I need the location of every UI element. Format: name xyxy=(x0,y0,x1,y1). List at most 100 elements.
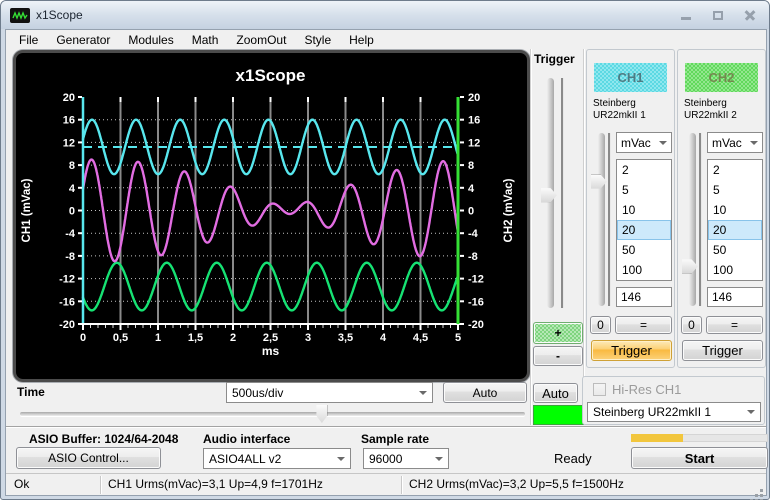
range-option-5[interactable]: 5 xyxy=(617,180,671,200)
ch1-trigger-button[interactable]: Trigger xyxy=(591,340,672,361)
y-tick-label: 8 xyxy=(468,160,474,172)
trigger-plus-button[interactable]: + xyxy=(533,322,583,344)
ch2-equals-button[interactable]: = xyxy=(706,316,763,334)
y-tick-label: 12 xyxy=(63,137,75,149)
x-tick-label: 4 xyxy=(380,332,387,344)
menu-zoomout[interactable]: ZoomOut xyxy=(227,31,295,49)
ch1-range-listbox[interactable]: 25102050100 xyxy=(616,159,672,281)
x-tick-label: 1,5 xyxy=(188,332,203,344)
range-option-2[interactable]: 2 xyxy=(617,160,671,180)
time-base-value: 500us/div xyxy=(232,386,283,400)
separator xyxy=(583,49,584,379)
progress-bar xyxy=(631,434,768,442)
time-label: Time xyxy=(17,385,45,399)
asio-buffer-label: ASIO Buffer: 1024/64-2048 xyxy=(29,432,178,446)
x-tick-label: 0,5 xyxy=(113,332,128,344)
y-tick-label: 16 xyxy=(468,115,480,127)
ch2-trigger-button[interactable]: Trigger xyxy=(682,340,763,361)
range-option-100[interactable]: 100 xyxy=(617,260,671,280)
x-axis-label: ms xyxy=(262,344,280,358)
chevron-down-icon xyxy=(337,457,345,461)
sample-rate-label: Sample rate xyxy=(361,432,429,446)
minimize-icon[interactable] xyxy=(675,8,697,23)
trigger-auto-button[interactable]: Auto xyxy=(533,383,578,403)
y-tick-label: 4 xyxy=(69,183,76,195)
chevron-down-icon xyxy=(419,391,427,395)
sample-rate-select[interactable]: 96000 xyxy=(363,448,449,469)
separator xyxy=(100,476,101,494)
time-slider-thumb[interactable] xyxy=(316,405,327,423)
range-option-10[interactable]: 10 xyxy=(708,200,762,220)
status-ok: Ok xyxy=(14,474,29,496)
trigger-slider-thumb[interactable] xyxy=(541,188,557,202)
trigger-minus-button[interactable]: - xyxy=(533,346,583,366)
y-tick-label: -4 xyxy=(468,228,479,240)
time-base-select[interactable]: 500us/div xyxy=(226,382,433,403)
x-tick-label: 5 xyxy=(455,332,461,344)
trigger-section-label: Trigger xyxy=(534,52,575,66)
ready-status: Ready xyxy=(554,451,592,466)
x-tick-label: 3,5 xyxy=(338,332,353,344)
menu-file[interactable]: File xyxy=(10,31,47,49)
menu-help[interactable]: Help xyxy=(340,31,383,49)
ch2-device-line1: Steinberg xyxy=(684,98,727,109)
trigger-device-select[interactable]: Steinberg UR22mkII 1 xyxy=(587,402,761,422)
y-tick-label: -12 xyxy=(59,274,75,286)
range-option-20[interactable]: 20 xyxy=(708,220,762,240)
ch2-level-slider-groove xyxy=(699,133,701,306)
y-tick-label: 0 xyxy=(468,206,474,218)
app-icon xyxy=(10,8,30,23)
ch2-value-input[interactable] xyxy=(707,287,763,307)
range-option-50[interactable]: 50 xyxy=(617,240,671,260)
divider xyxy=(6,426,766,428)
range-option-2[interactable]: 2 xyxy=(708,160,762,180)
start-button[interactable]: Start xyxy=(631,447,768,469)
trigger-slider-groove xyxy=(561,78,563,308)
ch2-unit-select[interactable]: mVac xyxy=(707,132,763,153)
menu-bar: FileGeneratorModulesMathZoomOutStyleHelp xyxy=(6,30,766,50)
range-option-50[interactable]: 50 xyxy=(708,240,762,260)
ch1-unit-select[interactable]: mVac xyxy=(616,132,672,153)
x-tick-label: 4,5 xyxy=(413,332,428,344)
ch1-zero-button[interactable]: 0 xyxy=(590,316,611,334)
ch2-range-listbox[interactable]: 25102050100 xyxy=(707,159,763,281)
menu-math[interactable]: Math xyxy=(183,31,228,49)
menu-style[interactable]: Style xyxy=(295,31,340,49)
time-slider-track[interactable] xyxy=(20,412,525,416)
menu-modules[interactable]: Modules xyxy=(119,31,182,49)
y-tick-label: -12 xyxy=(468,274,484,286)
ch2-header: CH2 xyxy=(685,63,758,92)
close-icon[interactable] xyxy=(739,8,761,23)
x-tick-label: 1 xyxy=(155,332,161,344)
x-tick-label: 2,5 xyxy=(263,332,278,344)
ch1-value-input[interactable] xyxy=(616,287,672,307)
hires-checkbox[interactable] xyxy=(593,383,606,396)
trigger-device-value: Steinberg UR22mkII 1 xyxy=(593,405,711,419)
chevron-down-icon xyxy=(435,457,443,461)
maximize-icon[interactable] xyxy=(707,8,729,23)
range-option-20[interactable]: 20 xyxy=(617,220,671,240)
ch1-device-line2: UR22mkII 1 xyxy=(593,110,646,121)
ch1-level-slider-track[interactable] xyxy=(598,133,605,306)
ch2-unit-value: mVac xyxy=(712,136,742,150)
ch2-zero-button[interactable]: 0 xyxy=(681,316,702,334)
chevron-down-icon xyxy=(747,410,755,414)
resize-grip-icon[interactable] xyxy=(760,489,763,492)
range-option-5[interactable]: 5 xyxy=(708,180,762,200)
ch2-device-line2: UR22mkII 2 xyxy=(684,110,737,121)
menu-generator[interactable]: Generator xyxy=(47,31,119,49)
oscilloscope-display: -20-20-16-16-12-12-8-8-4-400448812121616… xyxy=(13,50,530,382)
audio-interface-select[interactable]: ASIO4ALL v2 xyxy=(203,448,351,469)
y-tick-label: -20 xyxy=(468,319,484,331)
y-tick-label: 20 xyxy=(468,92,480,104)
asio-control-button[interactable]: ASIO Control... xyxy=(16,447,161,469)
channel-panel-ch1: CH1 Steinberg UR22mkII 1 mVac 2510205010… xyxy=(586,49,675,368)
ch1-equals-button[interactable]: = xyxy=(615,316,672,334)
y-tick-label: 0 xyxy=(69,206,75,218)
y-tick-label: -20 xyxy=(59,319,75,331)
sample-rate-value: 96000 xyxy=(369,452,402,466)
range-option-100[interactable]: 100 xyxy=(708,260,762,280)
time-auto-button[interactable]: Auto xyxy=(443,382,527,403)
range-option-10[interactable]: 10 xyxy=(617,200,671,220)
ch2-level-slider-track[interactable] xyxy=(689,133,696,306)
